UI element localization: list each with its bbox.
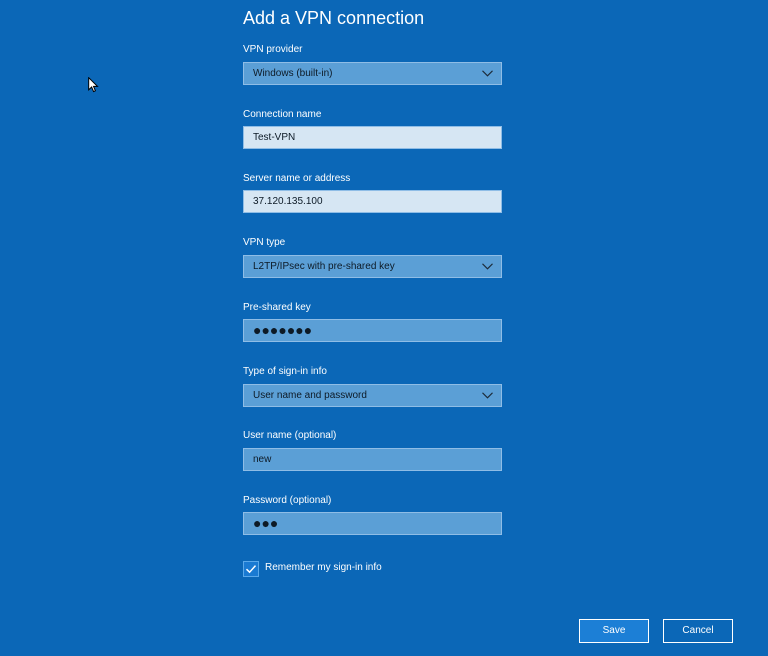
vpn-provider-value: Windows (built-in)	[253, 68, 333, 79]
mouse-pointer-icon	[88, 77, 99, 93]
chevron-down-icon	[482, 70, 493, 77]
sign-in-type-select[interactable]: User name and password	[243, 384, 502, 407]
pre-shared-key-label: Pre-shared key	[243, 302, 311, 313]
remember-label: Remember my sign-in info	[265, 562, 382, 573]
server-value: 37.120.135.100	[253, 196, 323, 207]
pre-shared-key-input[interactable]: ●●●●●●●	[243, 319, 502, 342]
dialog-title: Add a VPN connection	[243, 8, 425, 28]
sign-in-type-label: Type of sign-in info	[243, 366, 327, 377]
vpn-type-select[interactable]: L2TP/IPsec with pre-shared key	[243, 255, 502, 278]
username-label: User name (optional)	[243, 430, 337, 441]
vpn-provider-label: VPN provider	[243, 44, 303, 55]
password-value: ●●●	[253, 515, 279, 531]
password-label: Password (optional)	[243, 495, 332, 506]
username-value: new	[253, 454, 272, 465]
server-label: Server name or address	[243, 173, 351, 184]
connection-name-label: Connection name	[243, 109, 322, 120]
sign-in-type-value: User name and password	[253, 390, 367, 401]
vpn-provider-select[interactable]: Windows (built-in)	[243, 62, 502, 85]
connection-name-input[interactable]: Test-VPN	[243, 126, 502, 149]
save-button[interactable]: Save	[579, 619, 649, 643]
chevron-down-icon	[482, 392, 493, 399]
remember-checkbox[interactable]	[243, 561, 259, 577]
pre-shared-key-value: ●●●●●●●	[253, 322, 313, 338]
server-input[interactable]: 37.120.135.100	[243, 190, 502, 213]
vpn-type-label: VPN type	[243, 237, 286, 248]
password-input[interactable]: ●●●	[243, 512, 502, 535]
chevron-down-icon	[482, 263, 493, 270]
add-vpn-dialog: Add a VPN connection VPN provider Window…	[0, 0, 768, 656]
checkmark-icon	[245, 565, 257, 574]
username-input[interactable]: new	[243, 448, 502, 471]
connection-name-value: Test-VPN	[253, 132, 296, 143]
vpn-type-value: L2TP/IPsec with pre-shared key	[253, 261, 395, 272]
cancel-button[interactable]: Cancel	[663, 619, 733, 643]
